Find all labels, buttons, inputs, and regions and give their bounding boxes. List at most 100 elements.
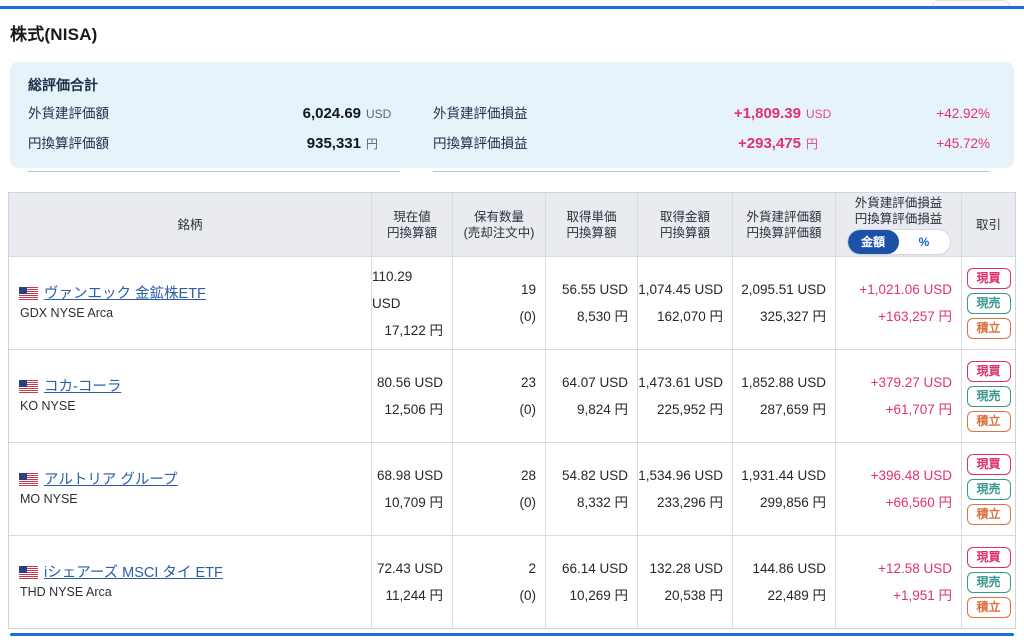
us-flag-icon xyxy=(19,380,38,393)
valuation-cell: 1,931.44 USD 299,856 円 xyxy=(732,443,835,535)
unit-cost-cell: 54.82 USD 8,332 円 xyxy=(545,443,637,535)
buy-button[interactable]: 現買 xyxy=(966,453,1011,475)
sell-button[interactable]: 現売 xyxy=(966,385,1011,407)
summary-unit: 円 xyxy=(366,137,379,151)
col-header-unit-cost: 取得単価 円換算額 xyxy=(545,193,637,256)
stock-link[interactable]: アルトリア グループ xyxy=(44,470,178,490)
stock-link[interactable]: コカ-コーラ xyxy=(44,377,121,397)
col-header-valuation: 外貨建評価額 円換算評価額 xyxy=(732,193,835,256)
summary-value: 6,024.69 xyxy=(302,105,361,122)
holdings-table: 銘柄 現在値 円換算額 保有数量 (売却注文中) 取得単価 円換算額 取得金額 … xyxy=(8,192,1016,629)
current-price-cell: 110.29 USD 17,122 円 xyxy=(371,257,452,349)
col-header-trade: 取引 xyxy=(961,193,1015,256)
col-header-name: 銘柄 xyxy=(177,217,203,232)
stock-ticker: MO NYSE xyxy=(20,491,78,506)
col-header-current-price: 現在値 円換算額 xyxy=(371,193,452,256)
unit-cost-cell: 66.14 USD 10,269 円 xyxy=(545,536,637,628)
pl-display-toggle: 金額 % xyxy=(847,230,950,254)
stock-ticker: THD NYSE Arca xyxy=(20,584,112,599)
col-header-quantity: 保有数量 (売却注文中) xyxy=(452,193,545,256)
trade-actions-cell: 現買 現売 積立 xyxy=(961,536,1015,628)
stock-ticker: GDX NYSE Arca xyxy=(20,305,114,320)
unit-cost-cell: 56.55 USD 8,530 円 xyxy=(545,257,637,349)
summary-pl-value: +1,809.39 xyxy=(733,105,801,122)
top-right-cropped-button xyxy=(932,0,1010,6)
table-header-row: 銘柄 現在値 円換算額 保有数量 (売却注文中) 取得単価 円換算額 取得金額 … xyxy=(9,193,1015,256)
buy-button[interactable]: 現買 xyxy=(966,360,1011,382)
summary-label: 円換算評価損益 xyxy=(433,136,528,151)
stock-name-cell: ヴァンエック 金鉱株ETF GDX NYSE Arca xyxy=(9,257,371,349)
valuation-cell: 2,095.51 USD 325,327 円 xyxy=(732,257,835,349)
current-price-cell: 68.98 USD 10,709 円 xyxy=(371,443,452,535)
us-flag-icon xyxy=(19,473,38,486)
stock-name-cell: アルトリア グループ MO NYSE xyxy=(9,443,371,535)
stock-name-cell: コカ-コーラ KO NYSE xyxy=(9,350,371,442)
stock-name-cell: iシェアーズ MSCI タイ ETF THD NYSE Arca xyxy=(9,536,371,628)
sell-button[interactable]: 現売 xyxy=(966,478,1011,500)
summary-unit: USD xyxy=(366,107,392,121)
pl-cell: +396.48 USD +66,560 円 xyxy=(835,443,961,535)
summary-value: 935,331 xyxy=(306,135,361,152)
summary-row-foreign-pl: 外貨建評価損益 +1,809.39 USD +42.92% xyxy=(433,102,990,132)
summary-pl-group: 外貨建評価損益 +1,809.39 USD +42.92% 円換算評価損益 +2… xyxy=(433,102,990,172)
quantity-cell: 23 (0) xyxy=(452,350,545,442)
us-flag-icon xyxy=(19,566,38,579)
summary-pl-percent: +42.92% xyxy=(936,106,990,121)
summary-title: 総評価合計 xyxy=(28,77,98,93)
quantity-cell: 19 (0) xyxy=(452,257,545,349)
accumulate-button[interactable]: 積立 xyxy=(966,596,1011,618)
col-header-acquisition-amount: 取得金額 円換算額 xyxy=(637,193,732,256)
pl-cell: +12.58 USD +1,951 円 xyxy=(835,536,961,628)
stock-ticker: KO NYSE xyxy=(20,398,76,413)
summary-row-jpy-valuation: 円換算評価額 935,331 円 xyxy=(28,132,400,162)
current-price-cell: 72.43 USD 11,244 円 xyxy=(371,536,452,628)
acquisition-amount-cell: 132.28 USD 20,538 円 xyxy=(637,536,732,628)
sell-button[interactable]: 現売 xyxy=(966,292,1011,314)
page-title: 株式(NISA) xyxy=(10,25,98,44)
acquisition-amount-cell: 1,534.96 USD 233,296 円 xyxy=(637,443,732,535)
buy-button[interactable]: 現買 xyxy=(966,546,1011,568)
acquisition-amount-cell: 1,074.45 USD 162,070 円 xyxy=(637,257,732,349)
accumulate-button[interactable]: 積立 xyxy=(966,317,1011,339)
summary-row-jpy-pl: 円換算評価損益 +293,475 円 +45.72% xyxy=(433,132,990,162)
summary-label: 外貨建評価額 xyxy=(28,106,109,121)
trade-actions-cell: 現買 現売 積立 xyxy=(961,257,1015,349)
table-row: アルトリア グループ MO NYSE 68.98 USD 10,709 円 28(… xyxy=(9,442,1015,535)
us-flag-icon xyxy=(19,287,38,300)
stock-link[interactable]: ヴァンエック 金鉱株ETF xyxy=(44,284,206,304)
current-price-cell: 80.56 USD 12,506 円 xyxy=(371,350,452,442)
col-header-pl: 外貨建評価損益 円換算評価損益 金額 % xyxy=(835,193,961,256)
summary-pl-unit: USD xyxy=(806,107,832,121)
summary-valuation-group: 外貨建評価額 6,024.69 USD 円換算評価額 935,331 円 xyxy=(28,102,400,172)
summary-label: 円換算評価額 xyxy=(28,136,109,151)
table-row: iシェアーズ MSCI タイ ETF THD NYSE Arca 72.43 U… xyxy=(9,535,1015,628)
toggle-percent-segment[interactable]: % xyxy=(899,230,950,254)
sell-button[interactable]: 現売 xyxy=(966,571,1011,593)
summary-pl-percent: +45.72% xyxy=(936,136,990,151)
summary-label: 外貨建評価損益 xyxy=(433,106,528,121)
stock-link[interactable]: iシェアーズ MSCI タイ ETF xyxy=(44,563,223,583)
summary-pl-value: +293,475 xyxy=(738,135,801,152)
quantity-cell: 28 (0) xyxy=(452,443,545,535)
unit-cost-cell: 64.07 USD 9,824 円 xyxy=(545,350,637,442)
pl-cell: +379.27 USD +61,707 円 xyxy=(835,350,961,442)
accumulate-button[interactable]: 積立 xyxy=(966,503,1011,525)
summary-pl-unit: 円 xyxy=(806,137,819,151)
top-accent-rule xyxy=(0,6,1024,9)
valuation-cell: 144.86 USD 22,489 円 xyxy=(732,536,835,628)
buy-button[interactable]: 現買 xyxy=(966,267,1011,289)
table-row: コカ-コーラ KO NYSE 80.56 USD 12,506 円 23 (0) 6… xyxy=(9,349,1015,442)
bottom-accent-rule xyxy=(10,633,1014,636)
toggle-amount-segment[interactable]: 金額 xyxy=(847,230,899,254)
total-valuation-summary: 総評価合計 外貨建評価額 6,024.69 USD 円換算評価額 935,331… xyxy=(10,62,1014,172)
trade-actions-cell: 現買 現売 積立 xyxy=(961,350,1015,442)
valuation-cell: 1,852.88 USD 287,659 円 xyxy=(732,350,835,442)
acquisition-amount-cell: 1,473.61 USD 225,952 円 xyxy=(637,350,732,442)
quantity-cell: 2 (0) xyxy=(452,536,545,628)
summary-row-foreign-valuation: 外貨建評価額 6,024.69 USD xyxy=(28,102,400,132)
table-row: ヴァンエック 金鉱株ETF GDX NYSE Arca 110.29 USD 17… xyxy=(9,256,1015,349)
table-body: ヴァンエック 金鉱株ETF GDX NYSE Arca 110.29 USD 17… xyxy=(9,256,1015,628)
trade-actions-cell: 現買 現売 積立 xyxy=(961,443,1015,535)
pl-cell: +1,021.06 USD +163,257 円 xyxy=(835,257,961,349)
accumulate-button[interactable]: 積立 xyxy=(966,410,1011,432)
